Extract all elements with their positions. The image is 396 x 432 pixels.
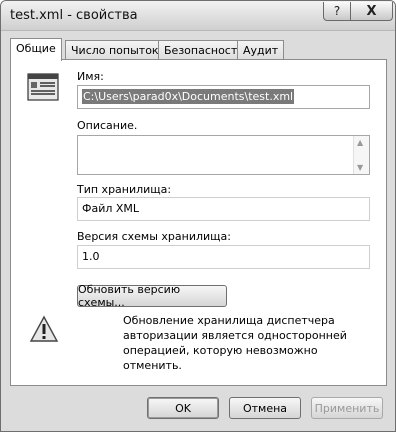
name-label: Имя: [77, 70, 104, 83]
scroll-up-icon[interactable]: ▲ [357, 138, 363, 147]
tab-audit[interactable]: Аудит [237, 40, 285, 59]
tab-general[interactable]: Общие [10, 38, 62, 61]
scroll-down-icon[interactable]: ▼ [357, 163, 363, 172]
description-scrollbar[interactable]: ▲ ▼ [353, 136, 369, 174]
store-type-value: Файл XML [82, 202, 140, 215]
schema-version-label: Версия схемы хранилища: [77, 230, 231, 243]
store-type-field: Файл XML [77, 197, 370, 221]
name-field[interactable]: C:\Users\parad0x\Documents\test.xml [77, 85, 370, 109]
tab-retry-count[interactable]: Число попыток [65, 40, 165, 59]
authorization-store-icon [27, 73, 59, 101]
title-bar: test.xml - свойства ? X [1, 1, 395, 31]
warning-icon [29, 315, 59, 342]
tab-security[interactable]: Безопасность [158, 40, 250, 59]
apply-button[interactable]: Применить [311, 397, 383, 419]
help-button[interactable]: ? [323, 2, 351, 21]
name-value: C:\Users\parad0x\Documents\test.xml [82, 89, 295, 104]
store-type-label: Тип хранилища: [77, 183, 172, 196]
general-tab-panel: Имя: C:\Users\parad0x\Documents\test.xml… [10, 59, 387, 386]
close-icon: X [366, 3, 377, 19]
description-label: Описание. [77, 119, 138, 132]
cancel-button[interactable]: Отмена [229, 397, 301, 419]
close-button[interactable]: X [351, 2, 393, 21]
properties-dialog: test.xml - свойства ? X Общие Число попы… [0, 0, 396, 432]
warning-message: Обновление хранилища диспетчера авториза… [123, 314, 347, 372]
schema-version-value: 1.0 [82, 250, 100, 263]
update-schema-button[interactable]: Обновить версию схемы... [77, 283, 227, 309]
help-icon: ? [333, 4, 341, 18]
schema-version-field: 1.0 [77, 245, 370, 269]
window-title: test.xml - свойства [10, 8, 138, 23]
description-field[interactable]: ▲ ▼ [77, 135, 370, 175]
ok-button[interactable]: OK [147, 397, 219, 419]
